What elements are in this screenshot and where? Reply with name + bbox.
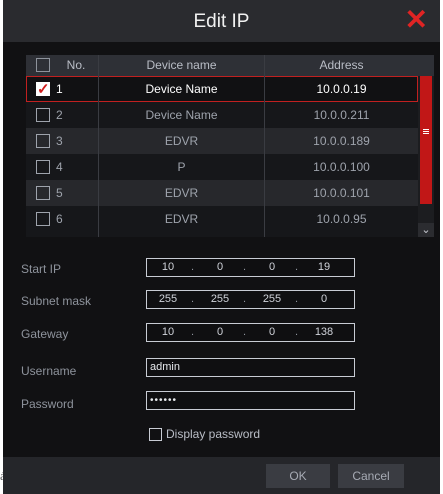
cancel-button[interactable]: Cancel	[338, 464, 404, 488]
ip-dot-separator: .	[295, 293, 299, 305]
row-checkbox[interactable]	[36, 80, 50, 98]
table-row[interactable]: 6 EDVR 10.0.0.95	[26, 206, 418, 232]
ip-dot-separator: .	[295, 261, 299, 273]
ip-octet[interactable]: 19	[305, 259, 343, 276]
ip-octet[interactable]: 138	[305, 324, 343, 341]
table-header: No. Device name Address	[26, 55, 434, 76]
gateway-input[interactable]: 10 0 0 138...	[146, 323, 355, 342]
table-row[interactable]: 4 P 10.0.0.100	[26, 154, 418, 180]
row-device-name: EDVR	[164, 212, 199, 226]
table-row[interactable]: 5 EDVR 10.0.0.101	[26, 180, 418, 206]
row-number: 4	[56, 160, 63, 174]
row-checkbox[interactable]	[36, 134, 50, 148]
ip-dot-separator: .	[191, 261, 195, 273]
ip-octet[interactable]: 255	[149, 291, 187, 308]
gateway-label: Gateway	[21, 327, 69, 341]
password-field[interactable]: ••••••	[146, 391, 355, 410]
table-row[interactable]: 3 EDVR 10.0.0.189	[26, 128, 418, 154]
dialog-footer: OK Cancel	[3, 457, 440, 494]
ip-dot-separator: .	[243, 326, 247, 338]
subnet-mask-input[interactable]: 255 255 255 0...	[146, 290, 355, 309]
row-device-name: EDVR	[164, 134, 199, 148]
column-divider	[98, 55, 99, 237]
display-password-label: Display password	[166, 427, 261, 441]
subnet-mask-label: Subnet mask	[21, 294, 92, 308]
row-device-name: Device Name	[145, 82, 218, 96]
row-address: 10.0.0.189	[313, 134, 370, 148]
ip-octet[interactable]: 0	[201, 259, 239, 276]
close-icon[interactable]: ✕	[405, 5, 428, 35]
grip-line	[423, 129, 429, 130]
ip-octet[interactable]: 0	[201, 324, 239, 341]
row-number: 2	[56, 108, 63, 122]
row-device-name: Device Name	[145, 108, 218, 122]
ip-octet[interactable]: 0	[305, 291, 343, 308]
row-address: 10.0.0.101	[313, 186, 370, 200]
title-bar: Edit IP ✕	[3, 0, 440, 42]
header-device-name: Device name	[146, 58, 217, 72]
ip-octet[interactable]: 0	[253, 324, 291, 341]
table-row[interactable]: 1 Device Name 10.0.0.19	[26, 76, 418, 102]
ip-octet[interactable]: 255	[201, 291, 239, 308]
ip-dot-separator: .	[243, 261, 247, 273]
scrollbar-thumb[interactable]	[420, 76, 432, 204]
ip-octet[interactable]: 255	[253, 291, 291, 308]
ip-dot-separator: .	[191, 293, 195, 305]
row-address: 10.0.0.95	[316, 212, 367, 226]
ip-dot-separator: .	[295, 326, 299, 338]
grip-line	[423, 133, 429, 134]
row-address: 10.0.0.19	[316, 82, 367, 96]
ip-octet[interactable]: 0	[253, 259, 291, 276]
ip-dot-separator: .	[191, 326, 195, 338]
table-scrollbar[interactable]: ⌄	[418, 76, 434, 237]
ip-octet[interactable]: 10	[149, 259, 187, 276]
ip-octet[interactable]: 10	[149, 324, 187, 341]
header-no: No.	[66, 58, 86, 72]
table-row[interactable]: 2 Device Name 10.0.0.211	[26, 102, 418, 128]
username-label: Username	[21, 364, 77, 378]
start-ip-label: Start IP	[21, 262, 62, 276]
row-checkbox[interactable]	[36, 160, 50, 174]
row-number: 6	[56, 212, 63, 226]
device-table: No. Device name Address 1 Device Name 10.0…	[26, 55, 434, 237]
start-ip-input[interactable]: 10 0 0 19...	[146, 258, 355, 277]
row-number: 5	[56, 186, 63, 200]
row-checkbox[interactable]	[36, 108, 50, 122]
ok-button[interactable]: OK	[266, 464, 330, 488]
header-address: Address	[319, 58, 364, 72]
ip-dot-separator: .	[243, 293, 247, 305]
grip-line	[423, 131, 429, 132]
row-device-name: EDVR	[164, 186, 199, 200]
chevron-down-icon[interactable]: ⌄	[418, 223, 434, 237]
password-label: Password	[21, 397, 74, 411]
display-password-checkbox[interactable]	[149, 428, 162, 441]
row-checkbox[interactable]	[36, 186, 50, 200]
edit-ip-dialog: Edit IP ✕ No. Device name Address 1 Devic…	[3, 0, 440, 494]
username-field[interactable]: admin	[146, 358, 355, 377]
row-number: 3	[56, 134, 63, 148]
select-all-checkbox[interactable]	[36, 58, 50, 72]
row-device-name: P	[177, 160, 186, 174]
row-checkbox[interactable]	[36, 212, 50, 226]
column-divider	[264, 55, 265, 237]
row-address: 10.0.0.100	[313, 160, 370, 174]
row-number: 1	[56, 82, 63, 96]
row-address: 10.0.0.211	[313, 108, 370, 122]
dialog-title: Edit IP	[193, 11, 250, 32]
